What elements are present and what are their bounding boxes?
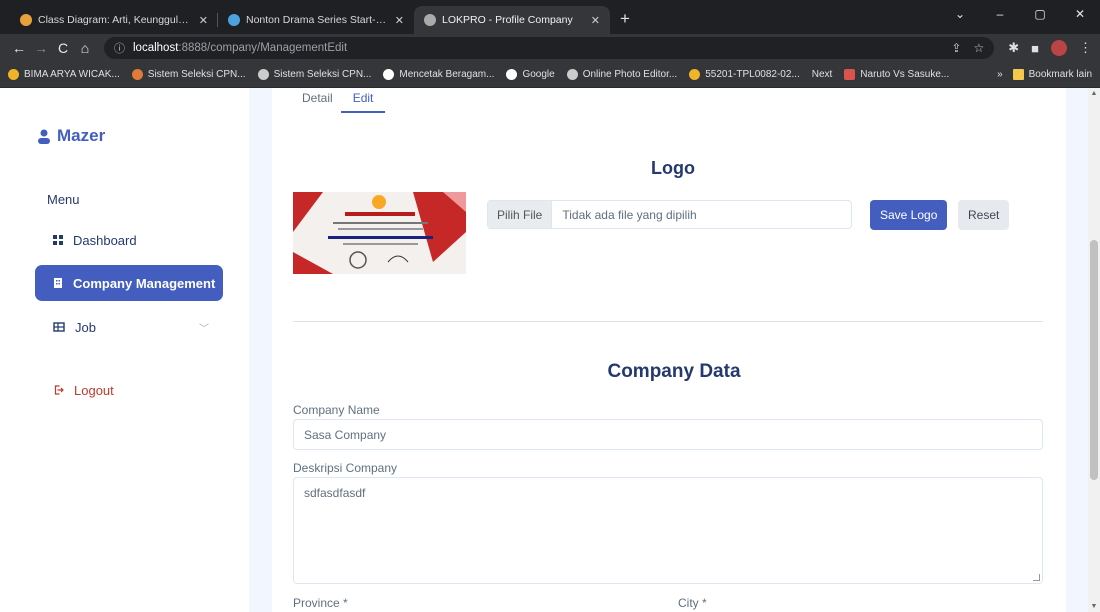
forward-icon[interactable]: →: [30, 40, 52, 56]
sidebar-item-company-management[interactable]: Company Management: [35, 265, 223, 301]
table-icon: [53, 322, 65, 332]
browser-toolbar: ← → C ⌂ ⓘ localhost:8888/company/Managem…: [0, 34, 1100, 62]
tab-detail[interactable]: Detail: [294, 88, 341, 113]
site-info-icon[interactable]: ⓘ: [114, 40, 125, 56]
sidebar-item-label: Dashboard: [73, 232, 137, 248]
scroll-up-icon[interactable]: ▲: [1088, 90, 1100, 97]
browser-tab-1[interactable]: Class Diagram: Arti, Keunggulan, Cara Me…: [10, 6, 218, 34]
bookmark-item[interactable]: Naruto Vs Sasuke...: [844, 69, 949, 80]
file-status-text: Tidak ada file yang dipilih: [562, 207, 697, 222]
bookmark-item[interactable]: Online Photo Editor...: [566, 69, 677, 80]
close-tab-icon[interactable]: ✕: [199, 14, 208, 27]
logo-file-input[interactable]: Pilih File Tidak ada file yang dipilih: [487, 200, 852, 229]
save-logo-button[interactable]: Save Logo: [870, 200, 948, 230]
tab-favicon-icon: [228, 14, 240, 26]
sidebar-item-dashboard[interactable]: Dashboard: [35, 222, 223, 258]
reset-button[interactable]: Reset: [958, 200, 1010, 230]
bookmark-item[interactable]: Sistem Seleksi CPN...: [257, 69, 371, 80]
choose-file-button[interactable]: Pilih File: [488, 201, 553, 228]
company-logo-image: [293, 192, 466, 274]
more-bookmarks-icon[interactable]: »: [997, 69, 1003, 80]
other-bookmarks-folder[interactable]: Bookmark lain: [1012, 69, 1092, 80]
side-panel-icon[interactable]: ■: [1031, 41, 1039, 56]
content-tabs: Detail Edit: [294, 88, 386, 113]
sidebar-item-label: Company Management: [73, 275, 216, 291]
minimize-icon[interactable]: –: [980, 7, 1020, 21]
brand-logo[interactable]: Mazer: [37, 126, 105, 146]
bookmark-item[interactable]: Google: [506, 69, 555, 80]
user-icon: [38, 129, 50, 144]
bookmark-item[interactable]: Sistem Seleksi CPN...: [131, 69, 246, 80]
sidebar-item-logout[interactable]: Logout: [35, 372, 223, 408]
bookmark-star-icon[interactable]: ☆: [973, 41, 984, 55]
logo-heading: Logo: [651, 158, 695, 178]
maximize-icon[interactable]: ▢: [1020, 7, 1060, 21]
company-data-heading: Company Data: [607, 361, 741, 382]
company-name-value: Sasa Company: [304, 427, 387, 442]
section-divider: [293, 321, 1043, 322]
sidebar-item-label: Logout: [74, 382, 114, 398]
brand-name: Mazer: [57, 126, 106, 145]
profile-avatar[interactable]: [1051, 40, 1067, 56]
bookmarks-bar: BIMA ARYA WICAK... Sistem Seleksi CPN...…: [0, 62, 1100, 88]
sidebar-item-label: Job: [75, 319, 96, 335]
main-content: Detail Edit Logo Pilih File Tidak ada fi…: [272, 88, 1066, 612]
province-label: Province *: [293, 596, 348, 610]
description-textarea[interactable]: sdfasdfasdf: [293, 477, 1043, 584]
tab-search-icon[interactable]: ⌄: [940, 7, 980, 21]
sidebar: Mazer Menu Dashboard Company Management: [0, 88, 249, 612]
tab-favicon-icon: [20, 14, 32, 26]
grid-icon: [53, 235, 63, 245]
browser-tab-active[interactable]: LOKPRO - Profile Company ✕: [414, 6, 610, 34]
sidebar-item-job[interactable]: Job ﹀: [35, 309, 223, 345]
url-path: :8888/company/ManagementEdit: [178, 42, 348, 54]
browser-menu-icon[interactable]: ⋮: [1079, 40, 1092, 56]
browser-tab-title: Nonton Drama Series Start-Up (Sub Indo): [246, 14, 389, 26]
city-label: City *: [678, 596, 707, 610]
close-tab-icon[interactable]: ✕: [395, 14, 404, 27]
extensions-icon[interactable]: ✱: [1008, 40, 1019, 56]
browser-tab-title: Class Diagram: Arti, Keunggulan, Cara Me…: [38, 14, 193, 26]
description-label: Deskripsi Company: [293, 461, 398, 475]
bookmark-item[interactable]: Next: [812, 69, 833, 80]
building-icon: [54, 278, 62, 288]
scroll-thumb[interactable]: [1090, 240, 1098, 480]
company-name-label: Company Name: [293, 403, 380, 417]
close-window-icon[interactable]: ✕: [1060, 7, 1100, 21]
share-icon[interactable]: ⇪: [951, 41, 961, 55]
tab-favicon-icon: [424, 14, 436, 26]
home-icon[interactable]: ⌂: [74, 40, 96, 56]
page-scrollbar[interactable]: ▲ ▼: [1088, 88, 1100, 612]
window-controls: ⌄ – ▢ ✕: [940, 0, 1100, 28]
address-bar[interactable]: ⓘ localhost:8888/company/ManagementEdit …: [104, 37, 995, 59]
bookmark-item[interactable]: BIMA ARYA WICAK...: [8, 69, 120, 80]
back-icon[interactable]: ←: [8, 40, 30, 56]
browser-tab-title: LOKPRO - Profile Company: [442, 14, 573, 26]
new-tab-button[interactable]: +: [610, 6, 640, 34]
folder-icon: [1012, 69, 1024, 80]
bookmark-item[interactable]: 55201-TPL0082-02...: [689, 69, 800, 80]
close-tab-icon[interactable]: ✕: [591, 14, 600, 27]
menu-title: Menu: [47, 192, 80, 207]
browser-tab-strip: Class Diagram: Arti, Keunggulan, Cara Me…: [0, 0, 1100, 34]
tab-edit[interactable]: Edit: [340, 88, 386, 113]
logout-icon: [54, 385, 64, 395]
reload-icon[interactable]: C: [52, 40, 74, 56]
bookmark-item[interactable]: Mencetak Beragam...: [383, 69, 494, 80]
scroll-down-icon[interactable]: ▼: [1088, 603, 1100, 610]
company-name-input[interactable]: Sasa Company: [293, 419, 1043, 450]
url-host: localhost: [133, 42, 179, 54]
resize-handle[interactable]: [1033, 574, 1040, 581]
browser-tab-2[interactable]: Nonton Drama Series Start-Up (Sub Indo) …: [218, 6, 414, 34]
chevron-down-icon: ﹀: [199, 323, 209, 335]
description-value: sdfasdfasdf: [304, 486, 366, 500]
page-viewport: Mazer Menu Dashboard Company Management: [0, 88, 1100, 612]
